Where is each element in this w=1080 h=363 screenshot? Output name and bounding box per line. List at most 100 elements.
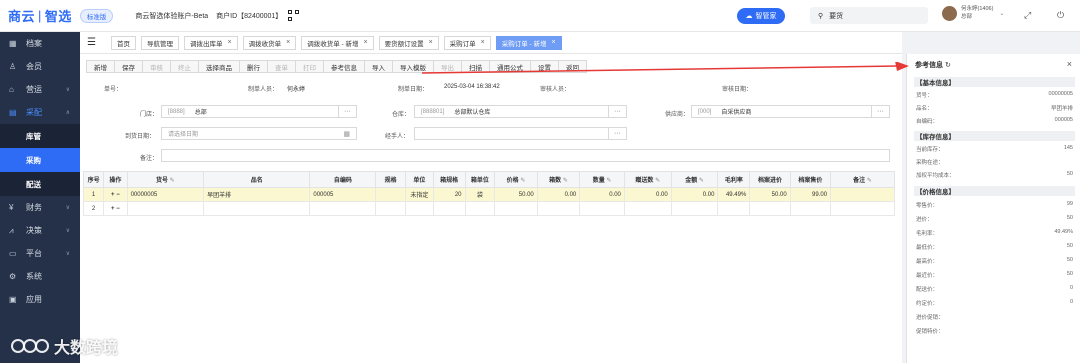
close-icon[interactable]: ×: [429, 39, 433, 46]
shop-icon: ⌂: [9, 85, 14, 94]
chevron-down-icon: ∨: [65, 251, 70, 257]
close-icon[interactable]: ×: [552, 39, 556, 46]
section-stock-info: 【库存信息】: [914, 131, 1075, 141]
sidebar-item-archive[interactable]: ▦ 档案: [0, 32, 80, 55]
tab-purchase-order[interactable]: 采购订单 ×: [443, 35, 491, 50]
more-icon[interactable]: ···: [338, 106, 356, 117]
power-icon[interactable]: ⏻: [1057, 10, 1064, 21]
column-header[interactable]: 价格 ✎: [494, 171, 538, 188]
sidebar-item-operation[interactable]: ⌂ 营运 ∨: [0, 78, 80, 101]
arrival-date-picker[interactable]: 请选择日期 ▦: [161, 127, 357, 140]
sidebar-subitem-purchase[interactable]: 采购: [0, 148, 80, 172]
info-row: 加权平均成本： 50: [916, 171, 1073, 179]
column-header[interactable]: 货号 ✎: [126, 171, 205, 188]
export-button[interactable]: 导出: [433, 60, 462, 73]
tab-transfer-out[interactable]: 调拨出库单 ×: [184, 35, 238, 50]
info-row: 最近价： 50: [916, 271, 1073, 279]
more-icon[interactable]: ···: [871, 106, 889, 117]
import-template-button[interactable]: 导入模版: [392, 60, 434, 73]
sidebar-item-finance[interactable]: ¥ 财务 ∨: [0, 196, 80, 219]
user-name: 何永婷(1406): [961, 6, 994, 12]
fullscreen-icon[interactable]: ⤢: [1024, 10, 1031, 21]
column-header: 品名: [203, 171, 311, 188]
global-search-input[interactable]: ⚲ 要货: [810, 7, 928, 24]
tab-home[interactable]: 首页: [111, 35, 136, 50]
print-button[interactable]: 打印: [295, 60, 324, 73]
sidebar-item-purchase-distribution[interactable]: ▤ 采配 ∧: [0, 101, 80, 124]
formula-button[interactable]: 通用公式: [489, 60, 531, 73]
close-icon[interactable]: ×: [286, 39, 290, 46]
delete-row-button[interactable]: 删行: [239, 60, 268, 73]
sidebar-item-member[interactable]: ♙ 会员: [0, 55, 80, 78]
save-button[interactable]: 保存: [114, 60, 143, 73]
tab-order-quota-settings[interactable]: 要货额订设置 ×: [378, 35, 439, 50]
reference-info-panel: 参考信息 ↻ × 【基本信息】 货号： 00000005 品名： 早团羊排 自编码：…: [906, 54, 1080, 363]
sidebar-item-decision[interactable]: ⩘ 决策 ∨: [0, 219, 80, 242]
sidebar-subitem-distribution[interactable]: 配送: [0, 172, 80, 196]
edit-icon: ✎: [606, 178, 612, 184]
table-row[interactable]: 1 + − 00000005 早团羊排 000005 未指定 20 袋 50.0…: [82, 187, 895, 202]
tab-transfer-receive-new[interactable]: 调拨收货单 - 新增 ×: [301, 35, 374, 50]
menu-collapse-icon[interactable]: ☰: [87, 37, 101, 48]
close-icon[interactable]: ×: [481, 39, 485, 46]
close-icon[interactable]: ×: [1067, 59, 1072, 69]
sidebar-item-apps[interactable]: ▣ 应用: [0, 288, 80, 311]
store-field[interactable]: [8888] 总部 ···: [161, 105, 357, 118]
back-button[interactable]: 返回: [558, 60, 587, 73]
sidebar-item-system[interactable]: ⚙ 系统: [0, 265, 80, 288]
handler-field[interactable]: ···: [414, 127, 627, 140]
supplier-field[interactable]: [000] 自采供应商 ···: [691, 105, 890, 118]
panel-title: 参考信息 ↻: [915, 62, 951, 69]
select-products-button[interactable]: 选择商品: [198, 60, 240, 73]
column-header: 档案进价: [749, 171, 791, 188]
column-header[interactable]: 备注 ✎: [830, 171, 895, 188]
column-header: 毛利率: [717, 171, 751, 188]
column-header: 规格: [375, 171, 407, 188]
settings-button[interactable]: 设置: [530, 60, 559, 73]
user-menu[interactable]: 何永婷(1406) 总部 ⌄: [942, 5, 1004, 21]
sidebar-subitem-inventory[interactable]: 库管: [0, 124, 80, 148]
row-add-remove-buttons[interactable]: + −: [103, 201, 128, 216]
chevron-down-icon: ∨: [65, 228, 70, 234]
terminate-button[interactable]: 终止: [170, 60, 199, 73]
qr-code-icon[interactable]: [288, 10, 300, 21]
table-row[interactable]: 2 + −: [82, 201, 895, 216]
account-id: 商户ID【82400001】: [216, 12, 283, 20]
import-button[interactable]: 导入: [364, 60, 393, 73]
store-label: 门店：: [140, 112, 159, 118]
watermark-text: 大数跨境: [54, 340, 119, 357]
supplier-label: 供应商：: [665, 112, 690, 118]
warehouse-field[interactable]: [888801] 总部默认仓库 ···: [414, 105, 627, 118]
order-lines-table: 序号 操作 货号 ✎ 品名 自编码 规格 单位 箱规格 箱单位 价格 ✎ 箱数 …: [82, 171, 895, 216]
logo-separator: |: [38, 8, 42, 23]
scan-button[interactable]: 扫描: [461, 60, 490, 73]
more-icon[interactable]: ···: [608, 106, 626, 117]
column-header[interactable]: 赠送数 ✎: [623, 171, 672, 188]
row-add-remove-buttons[interactable]: + −: [103, 187, 128, 202]
tab-purchase-order-new[interactable]: 采购订单 - 新增 ×: [495, 35, 562, 50]
edit-icon: ✎: [698, 178, 704, 184]
app-icon: ▣: [9, 295, 17, 304]
close-icon[interactable]: ×: [363, 39, 367, 46]
new-button[interactable]: 新增: [86, 60, 115, 73]
tab-navigation[interactable]: 导航管理: [141, 35, 179, 50]
more-icon[interactable]: ···: [608, 128, 626, 139]
sidebar-item-platform[interactable]: ▭ 平台 ∨: [0, 242, 80, 265]
watermark-logo: [11, 339, 49, 353]
column-header[interactable]: 箱数 ✎: [536, 171, 581, 188]
smart-assistant-button[interactable]: ☁ 智管家: [737, 8, 785, 24]
action-toolbar: 新增 保存 审核 终止 选择商品 删行 查单 打印 参考信息 导入 导入模版 导…: [86, 60, 587, 73]
remark-input[interactable]: [161, 149, 890, 162]
watermark: 大数跨境: [10, 334, 118, 358]
lookup-order-button[interactable]: 查单: [267, 60, 296, 73]
column-header: 操作: [103, 171, 128, 188]
tab-transfer-receive[interactable]: 调拨收货单 ×: [242, 35, 297, 50]
info-row: 配送价： 0: [916, 285, 1073, 293]
approve-button[interactable]: 审核: [142, 60, 171, 73]
monitor-icon: ▭: [9, 249, 17, 258]
edit-icon: ✎: [866, 178, 872, 184]
close-icon[interactable]: ×: [228, 39, 232, 46]
column-header[interactable]: 金额 ✎: [670, 171, 719, 188]
column-header[interactable]: 数量 ✎: [579, 171, 625, 188]
reference-info-button[interactable]: 参考信息: [323, 60, 365, 73]
